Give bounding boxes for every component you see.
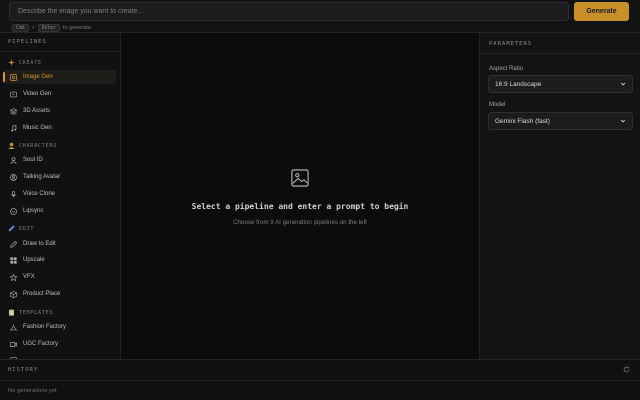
section-templates: TEMPLATES <box>8 309 53 316</box>
grid-icon <box>10 256 17 264</box>
brush-icon <box>10 240 17 248</box>
sidebar-item-label: Fashion Factory <box>23 324 67 330</box>
section-characters-label: CHARACTERS <box>19 142 58 149</box>
main-canvas: Select a pipeline and enter a prompt to … <box>121 33 479 359</box>
hanger-icon <box>10 323 17 331</box>
clipboard-icon <box>8 309 15 316</box>
parameters-panel: PARAMETERS Aspect Ratio 16:9 Landscape M… <box>479 33 640 359</box>
layers-icon <box>10 107 17 115</box>
empty-state-title: Select a pipeline and enter a prompt to … <box>191 202 409 211</box>
sidebar-item-upscale[interactable]: Upscale <box>3 253 116 267</box>
sidebar-title: PIPELINES <box>8 39 47 45</box>
sidebar-item-label: VFX <box>23 274 35 280</box>
section-characters: CHARACTERS <box>8 142 57 149</box>
plus-sign: + <box>31 24 35 31</box>
section-edit-label: EDIT <box>19 225 35 232</box>
sidebar-item-label: Product Place <box>23 291 61 297</box>
sidebar-item-image-gen[interactable]: Image Gen <box>3 70 116 84</box>
sidebar-item-label: Upscale <box>23 257 45 263</box>
model-label: Model <box>489 102 506 108</box>
star-icon <box>10 273 17 281</box>
sidebar-item-lipsync[interactable]: Lipsync <box>3 204 116 218</box>
aspect-ratio-select[interactable]: 16:9 Landscape <box>488 75 633 93</box>
section-create: CREATE <box>8 59 42 66</box>
sidebar-item-vfx[interactable]: VFX <box>3 270 116 284</box>
parameters-divider <box>480 53 640 54</box>
sidebar-item-label: Draw to Edit <box>23 241 56 247</box>
camera-icon <box>10 341 17 348</box>
generate-button[interactable]: Generate <box>574 2 629 21</box>
aspect-ratio-label: Aspect Ratio <box>489 66 524 72</box>
section-templates-label: TEMPLATES <box>19 309 54 316</box>
sidebar-item-talking-avatar[interactable]: Talking Avatar <box>3 170 116 184</box>
sidebar-item-label: Lipsync <box>23 208 44 214</box>
empty-state-subtitle: Choose from 9 AI generation pipelines on… <box>233 219 367 226</box>
prompt-bar: Generate Cmd + Enter to generate <box>0 0 640 33</box>
sidebar-item-soul-id[interactable]: Soul ID <box>3 153 116 167</box>
sidebar-item-label: Image Gen <box>23 74 53 80</box>
pencil-icon <box>8 225 15 232</box>
sidebar-item-draw-to-edit[interactable]: Draw to Edit <box>3 237 116 251</box>
video-icon <box>10 91 17 98</box>
model-value: Gemini Flash (fast) <box>495 117 550 125</box>
sidebar-item-label: Talking Avatar <box>23 174 61 180</box>
section-create-label: CREATE <box>19 59 42 66</box>
shortcut-hint: Cmd + Enter to generate <box>12 23 91 32</box>
sidebar-item-label: Soul ID <box>23 157 43 163</box>
refresh-icon[interactable] <box>623 366 630 373</box>
sidebar-item-3d-assets[interactable]: 3D Assets <box>3 104 116 118</box>
microphone-icon <box>10 190 17 198</box>
image-placeholder-icon <box>291 169 309 187</box>
chevron-down-icon <box>620 82 626 86</box>
lipsync-icon <box>10 207 17 215</box>
sidebar-item-video-gen[interactable]: Video Gen <box>3 87 116 101</box>
music-note-icon <box>10 124 17 132</box>
prompt-input[interactable] <box>9 2 569 21</box>
parameters-title: PARAMETERS <box>489 41 533 47</box>
sidebar-item-label: UGC Factory <box>23 341 59 347</box>
user-icon <box>10 156 17 164</box>
history-divider <box>0 380 640 381</box>
sidebar-item-music-gen[interactable]: Music Gen <box>3 121 116 135</box>
model-select[interactable]: Gemini Flash (fast) <box>488 112 633 130</box>
sidebar-divider <box>0 51 120 52</box>
shortcut-hint-text: to generate <box>63 24 91 31</box>
sidebar-item-label: Voice Clone <box>23 191 56 197</box>
section-edit: EDIT <box>8 225 34 232</box>
history-title: HISTORY <box>8 367 39 373</box>
sidebar-item-ugc-factory[interactable]: UGC Factory <box>3 337 116 351</box>
pipelines-sidebar: PIPELINES CREATE Image Gen Video Gen 3D … <box>0 33 121 359</box>
image-icon <box>10 73 17 81</box>
aspect-ratio-value: 16:9 Landscape <box>495 80 542 88</box>
enter-key: Enter <box>37 23 61 32</box>
sparkle-icon <box>8 59 15 66</box>
sidebar-item-product-place[interactable]: Product Place <box>3 287 116 301</box>
history-panel: HISTORY No generations yet <box>0 359 640 400</box>
cmd-key: Cmd <box>12 23 29 32</box>
avatar-icon <box>10 173 17 181</box>
box-icon <box>10 290 17 298</box>
character-icon <box>8 142 15 149</box>
history-empty-text: No generations yet <box>8 388 57 394</box>
sidebar-item-fashion-factory[interactable]: Fashion Factory <box>3 320 116 334</box>
chevron-down-icon <box>620 119 626 123</box>
sidebar-item-label: 3D Assets <box>23 108 51 114</box>
sidebar-item-voice-clone[interactable]: Voice Clone <box>3 187 116 201</box>
sidebar-item-label: Music Gen <box>23 125 52 131</box>
sidebar-item-label: Video Gen <box>23 91 52 97</box>
